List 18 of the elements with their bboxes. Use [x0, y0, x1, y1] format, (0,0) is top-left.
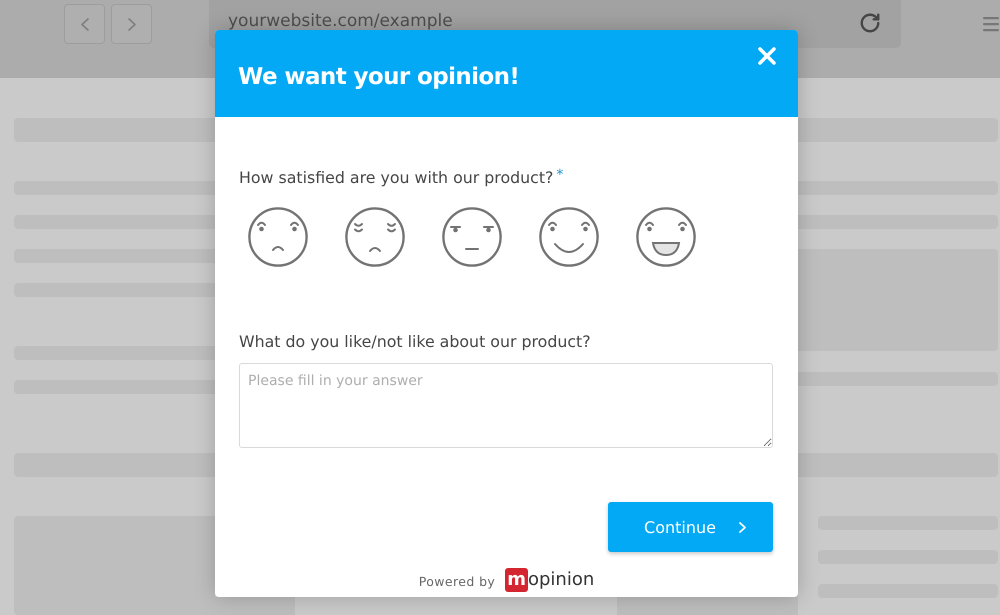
- url-text: yourwebsite.com/example: [228, 10, 453, 32]
- powered-by-text: Powered by: [418, 574, 496, 589]
- brand-logo[interactable]: m opinion: [505, 568, 594, 592]
- chevron-right-icon: [128, 18, 134, 30]
- sad-face-icon[interactable]: [345, 207, 405, 267]
- reload-icon[interactable]: [859, 12, 881, 34]
- chevron-left-icon: [82, 18, 88, 30]
- question-label: What do you like/not like about our product?: [239, 331, 591, 353]
- answer-field[interactable]: Please fill in your answer: [239, 363, 773, 448]
- frowning-face-icon[interactable]: [248, 207, 308, 267]
- grinning-face-icon[interactable]: [636, 207, 696, 267]
- smiling-face-icon[interactable]: [539, 207, 599, 267]
- chevron-right-icon: [740, 522, 745, 532]
- dialog-title: We want your opinion!: [238, 64, 520, 90]
- neutral-face-icon[interactable]: [442, 207, 502, 267]
- question-label: How satisfied are you with our product?: [239, 167, 554, 189]
- continue-button[interactable]: Continue: [608, 502, 773, 552]
- required-mark: *: [556, 167, 564, 183]
